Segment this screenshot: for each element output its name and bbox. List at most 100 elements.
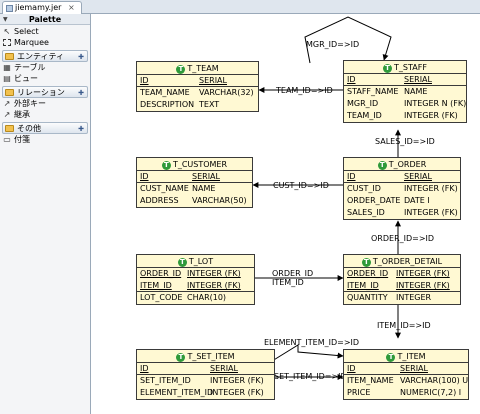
inheritance-icon: ↗ bbox=[3, 110, 11, 119]
palette-tool-label: Marquee bbox=[14, 38, 49, 47]
table-row-pk: ID SERIAL bbox=[137, 75, 258, 87]
table-header: T T_ORDER bbox=[344, 158, 460, 171]
relation-label-team[interactable]: TEAM_ID=>ID bbox=[276, 86, 333, 95]
table-header: T T_STAFF bbox=[344, 61, 466, 74]
table-t-order[interactable]: T T_ORDER ID SERIAL CUST_ID INTEGER (FK) OR… bbox=[343, 157, 461, 220]
relation-label-lot-order[interactable]: ORDER_ID bbox=[272, 269, 313, 278]
table-header: T T_ITEM bbox=[344, 350, 468, 363]
palette-item-label: 継承 bbox=[14, 110, 30, 119]
table-entity-icon: T bbox=[383, 64, 393, 73]
table-t-order-detail[interactable]: T T_ORDER_DETAIL ORDER_ID INTEGER (FK) ITE… bbox=[343, 254, 461, 305]
table-row-pk: ID SERIAL bbox=[344, 171, 460, 183]
table-row: STAFF_NAME NAME bbox=[347, 87, 428, 96]
foreign-key-icon: ↗ bbox=[3, 99, 11, 108]
editor-tab-bar: jiemamy.jer × bbox=[0, 0, 480, 14]
drawer-label: リレーション bbox=[17, 88, 65, 97]
table-t-set-item[interactable]: T T_SET_ITEM ID SERIAL SET_ITEM_ID INTEGER … bbox=[136, 349, 275, 400]
editor-tab-title: jiemamy.jer bbox=[15, 3, 62, 12]
table-t-lot[interactable]: T T_LOT ORDER_ID INTEGER (FK) ITEM_ID INTEG… bbox=[136, 254, 255, 305]
relation-line-element bbox=[263, 344, 344, 367]
table-entity-icon: T bbox=[361, 258, 371, 267]
table-row: MGR_ID INTEGER N (FK) bbox=[347, 99, 467, 108]
relation-label-cust[interactable]: CUST_ID=>ID bbox=[273, 181, 329, 190]
drawer-label: エンティティ bbox=[17, 52, 65, 61]
palette-item-foreign-key[interactable]: ↗ 外部キー bbox=[0, 98, 90, 109]
marquee-icon bbox=[3, 39, 11, 46]
palette-header[interactable]: ▼ Palette bbox=[0, 14, 90, 25]
table-row: PRICE NUMERIC(7,2) I bbox=[347, 388, 462, 397]
table-row-pk: ITEM_ID INTEGER (FK) bbox=[137, 280, 254, 292]
table-t-team[interactable]: T T_TEAM ID SERIAL TEAM_NAME VARCHAR(32) DE… bbox=[136, 61, 259, 112]
table-row: TEAM_ID INTEGER (FK) bbox=[347, 111, 458, 120]
table-row-pk: ID SERIAL bbox=[344, 363, 468, 375]
table-row-pk: ID SERIAL bbox=[137, 171, 252, 183]
relation-label-set[interactable]: SET_ITEM_ID=>ID bbox=[274, 372, 347, 381]
table-entity-icon: T bbox=[176, 65, 186, 74]
table-entity-icon: T bbox=[161, 161, 171, 170]
table-row-pk: ORDER_ID INTEGER (FK) bbox=[140, 269, 241, 278]
table-row: QUANTITY INTEGER bbox=[347, 293, 432, 302]
table-entity-icon: T bbox=[377, 161, 387, 170]
folder-icon bbox=[5, 125, 14, 132]
table-row-pk: ORDER_ID INTEGER (FK) bbox=[347, 269, 450, 278]
table-row: CUST_NAME NAME bbox=[140, 184, 216, 193]
table-entity-icon: T bbox=[386, 353, 396, 362]
table-row: CUST_ID INTEGER (FK) bbox=[347, 184, 458, 193]
table-row-pk: ID SERIAL bbox=[344, 74, 466, 86]
palette: ▼ Palette ↖ Select Marquee エンティティ ✚ ▦ テー… bbox=[0, 14, 91, 414]
view-icon: ▤ bbox=[3, 74, 11, 83]
table-row: SALES_ID INTEGER (FK) bbox=[347, 208, 458, 217]
table-header: T T_LOT bbox=[137, 255, 254, 268]
table-row: ITEM_NAME VARCHAR(100) U bbox=[347, 376, 469, 385]
palette-item-sticky-note[interactable]: ▭ 付箋 bbox=[0, 134, 90, 145]
table-row-pk: ITEM_ID INTEGER (FK) bbox=[344, 280, 460, 292]
palette-item-label: 付箋 bbox=[14, 135, 30, 144]
table-entity-icon: T bbox=[176, 353, 186, 362]
relation-label-element[interactable]: ELEMENT_ITEM_ID=>ID bbox=[264, 338, 359, 347]
close-icon[interactable]: × bbox=[68, 3, 75, 12]
table-t-item[interactable]: T T_ITEM ID SERIAL ITEM_NAME VARCHAR(100) U… bbox=[343, 349, 469, 400]
table-row-pk: ID SERIAL bbox=[137, 363, 274, 375]
table-icon: ▦ bbox=[3, 63, 11, 72]
table-entity-icon: T bbox=[177, 258, 187, 267]
table-header: T T_CUSTOMER bbox=[137, 158, 252, 171]
palette-item-label: 外部キー bbox=[14, 99, 46, 108]
sticky-note-icon: ▭ bbox=[3, 135, 11, 144]
table-t-staff[interactable]: T T_STAFF ID SERIAL STAFF_NAME NAME MGR_ID I… bbox=[343, 60, 467, 123]
folder-icon bbox=[5, 89, 14, 96]
table-header: T T_TEAM bbox=[137, 62, 258, 75]
palette-tool-label: Select bbox=[14, 27, 39, 36]
palette-drawer-entity[interactable]: エンティティ ✚ bbox=[2, 50, 88, 62]
palette-title: Palette bbox=[28, 15, 62, 24]
palette-tool-marquee[interactable]: Marquee bbox=[0, 37, 90, 48]
relation-label-order[interactable]: ORDER_ID=>ID bbox=[371, 234, 434, 243]
arrow-cursor-icon: ↖ bbox=[3, 27, 11, 36]
palette-item-label: テーブル bbox=[14, 63, 46, 72]
palette-item-label: ビュー bbox=[14, 74, 38, 83]
relation-label-sales[interactable]: SALES_ID=>ID bbox=[375, 137, 435, 146]
table-t-customer[interactable]: T T_CUSTOMER ID SERIAL CUST_NAME NAME ADDRE… bbox=[136, 157, 253, 208]
table-row: ELEMENT_ITEM_ID INTEGER (FK) bbox=[140, 388, 264, 397]
table-row: ORDER_DATE DATE I bbox=[347, 196, 430, 205]
table-row: ADDRESS VARCHAR(50) bbox=[140, 196, 247, 205]
editor-tab[interactable]: jiemamy.jer × bbox=[2, 1, 82, 14]
relation-label-lot-item[interactable]: ITEM_ID bbox=[272, 278, 304, 287]
drawer-label: その他 bbox=[17, 124, 41, 133]
palette-item-table[interactable]: ▦ テーブル bbox=[0, 62, 90, 73]
palette-tool-select[interactable]: ↖ Select bbox=[0, 26, 90, 37]
table-row: DESCRIPTION TEXT bbox=[140, 100, 220, 109]
diagram-canvas[interactable]: MGR_ID=>ID TEAM_ID=>ID SALES_ID=>ID CUST… bbox=[92, 15, 480, 414]
relation-label-mgr[interactable]: MGR_ID=>ID bbox=[306, 40, 359, 49]
palette-item-inheritance[interactable]: ↗ 継承 bbox=[0, 109, 90, 120]
palette-drawer-relation[interactable]: リレーション ✚ bbox=[2, 86, 88, 98]
palette-item-view[interactable]: ▤ ビュー bbox=[0, 73, 90, 84]
folder-icon bbox=[5, 53, 14, 60]
relation-label-item[interactable]: ITEM_ID=>ID bbox=[377, 321, 431, 330]
table-header: T T_SET_ITEM bbox=[137, 350, 274, 363]
table-header: T T_ORDER_DETAIL bbox=[344, 255, 460, 268]
table-row: LOT_CODE CHAR(10) bbox=[140, 293, 227, 302]
table-row: TEAM_NAME VARCHAR(32) bbox=[140, 88, 254, 97]
triangle-down-icon[interactable]: ▼ bbox=[3, 14, 8, 25]
table-row: SET_ITEM_ID INTEGER (FK) bbox=[140, 376, 264, 385]
palette-drawer-other[interactable]: その他 ✚ bbox=[2, 122, 88, 134]
